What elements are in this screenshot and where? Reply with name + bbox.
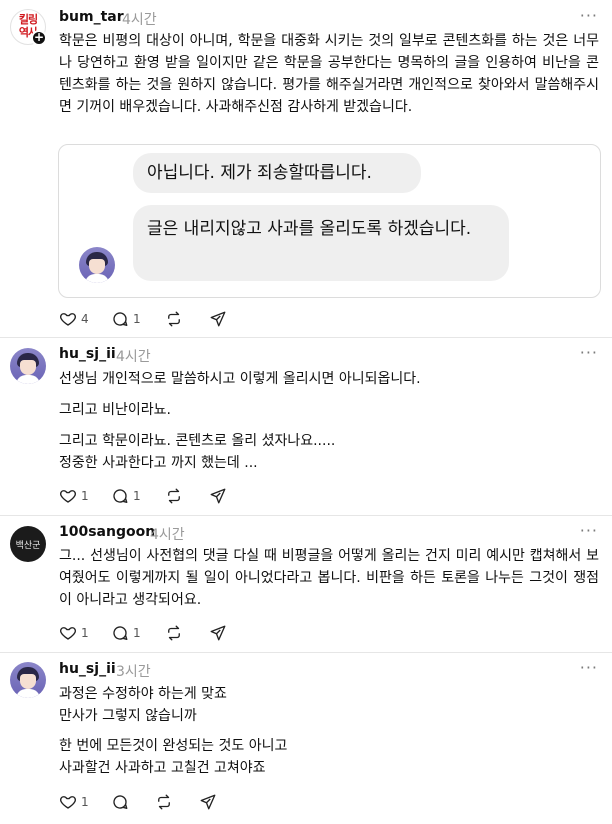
repost-icon (168, 488, 180, 504)
more-icon[interactable]: ··· (580, 6, 598, 25)
timestamp: 4시간 (122, 12, 157, 28)
chat-bubble: 글은 내리지않고 사과를 올리도록 하겠습니다. (133, 205, 509, 281)
repost-icon (168, 311, 180, 327)
quoted-avatar (79, 247, 115, 283)
avatar[interactable] (10, 348, 46, 384)
comment-icon (113, 489, 128, 504)
share-button[interactable] (209, 623, 227, 643)
avatar[interactable] (10, 662, 46, 698)
comment-icon (113, 312, 128, 327)
like-count: 4 (81, 312, 89, 326)
timestamp: 3시간 (116, 664, 151, 680)
post-text: 그리고 학문이라뇨. 콘텐츠로 올리 셨자나요..... 정중한 사과한다고 까… (59, 433, 336, 471)
like-button[interactable]: 1 (59, 623, 89, 643)
like-count: 1 (81, 489, 89, 503)
divider (0, 337, 612, 338)
chat-bubble: 아닙니다. 제가 죄송할따릅니다. (133, 153, 421, 193)
comment-icon (113, 795, 128, 810)
heart-icon (60, 796, 76, 809)
share-icon (210, 488, 226, 504)
reply-button[interactable]: 1 (111, 486, 141, 506)
follow-plus-icon[interactable]: + (31, 30, 47, 46)
repost-button[interactable] (165, 486, 183, 506)
share-button[interactable] (209, 309, 227, 329)
timestamp: 4시간 (116, 349, 151, 365)
divider (0, 515, 612, 516)
username[interactable]: bum_tar (59, 9, 124, 25)
heart-icon (60, 313, 76, 326)
like-button[interactable]: 4 (59, 309, 89, 329)
post-actions: 1 1 (59, 623, 259, 643)
post-text: 과정은 수정하야 하는게 맞죠 만사가 그렇지 않습니까 (59, 686, 227, 724)
repost-icon (168, 625, 180, 641)
heart-icon (60, 627, 76, 640)
post-text: 그리고 비난이라뇨. (59, 402, 171, 418)
repost-button[interactable] (165, 309, 183, 329)
reply-count: 1 (133, 312, 141, 326)
like-count: 1 (81, 626, 89, 640)
repost-button[interactable] (165, 623, 183, 643)
quoted-image[interactable]: 아닙니다. 제가 죄송할따릅니다. 글은 내리지않고 사과를 올리도록 하겠습니… (58, 144, 601, 298)
like-button[interactable]: 1 (59, 486, 89, 506)
more-icon[interactable]: ··· (580, 658, 598, 677)
heart-icon (60, 490, 76, 503)
post-text: 선생님 개인적으로 말씀하시고 이렇게 올리시면 아니되옵니다. (59, 371, 421, 387)
more-icon[interactable]: ··· (580, 521, 598, 540)
post-actions: 1 1 (59, 486, 259, 506)
post-text: 한 번에 모든것이 완성되는 것도 아니고 사과할건 사과하고 고칠건 고쳐야죠 (59, 738, 288, 776)
share-icon (200, 794, 216, 810)
post-text: 그... 선생님이 사전협의 댓글 다실 때 비평글을 어떻게 올리는 건지 미… (59, 548, 599, 608)
reply-count: 1 (133, 626, 141, 640)
timestamp: 4시간 (150, 527, 185, 543)
avatar[interactable]: 백산군 (10, 526, 46, 562)
avatar-text: 백산군 (15, 541, 41, 551)
share-button[interactable] (199, 792, 217, 812)
post-actions: 1 (59, 792, 259, 812)
divider (0, 652, 612, 653)
share-button[interactable] (209, 486, 227, 506)
repost-icon (158, 794, 170, 810)
username[interactable]: hu_sj_ii (59, 661, 116, 677)
share-icon (210, 625, 226, 641)
reply-button[interactable]: 1 (111, 309, 141, 329)
like-button[interactable]: 1 (59, 792, 89, 812)
username[interactable]: 100sangoon (59, 524, 155, 540)
more-icon[interactable]: ··· (580, 343, 598, 362)
comment-icon (113, 626, 128, 641)
reply-button[interactable]: 1 (111, 623, 141, 643)
share-icon (210, 311, 226, 327)
like-count: 1 (81, 795, 89, 809)
post-text: 학문은 비평의 대상이 아니며, 학문을 대중화 시키는 것의 일부로 콘텐츠화… (59, 33, 599, 115)
repost-button[interactable] (155, 792, 173, 812)
reply-count: 1 (133, 489, 141, 503)
username[interactable]: hu_sj_ii (59, 346, 116, 362)
reply-button[interactable] (111, 792, 129, 812)
post-actions: 4 1 (59, 309, 259, 329)
